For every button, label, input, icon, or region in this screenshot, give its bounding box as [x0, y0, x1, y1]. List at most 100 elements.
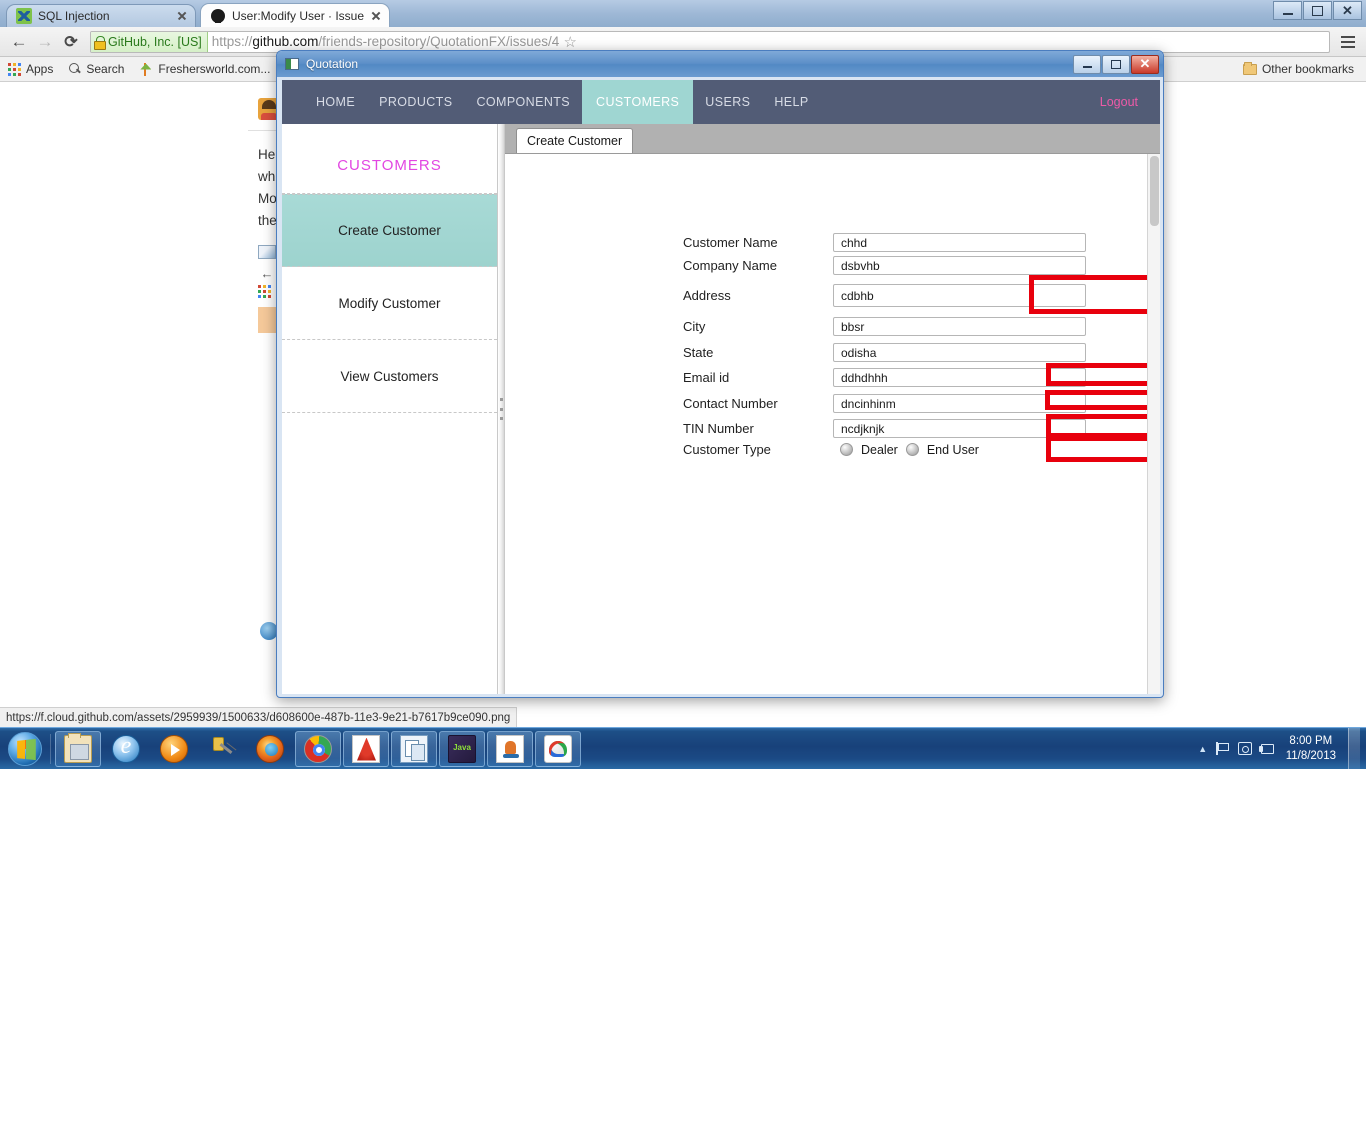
address-input[interactable]: cdbhb — [833, 284, 1086, 307]
field-label: Contact Number — [683, 396, 778, 411]
forward-arrow-icon[interactable]: → — [32, 29, 58, 55]
bookmark-apps[interactable]: Apps — [8, 62, 53, 76]
field-row-contact-number: Contact Number dncinhinm — [683, 394, 1086, 413]
apps-grid-icon — [8, 62, 21, 76]
taskbar-item-internet-explorer[interactable] — [103, 731, 149, 767]
radio-label-dealer: Dealer — [861, 442, 898, 457]
sidebar-item-view-customers[interactable]: View Customers — [282, 340, 497, 413]
sidebar-item-create-customer[interactable]: Create Customer — [282, 194, 497, 267]
field-label: TIN Number — [683, 421, 754, 436]
close-button[interactable]: ✕ — [1131, 54, 1159, 74]
browser-tab-strip: SQL Injection User:Modify User · Issue #… — [0, 0, 1366, 27]
minimize-button[interactable] — [1073, 54, 1101, 74]
nav-label: HELP — [774, 95, 809, 109]
close-icon[interactable] — [175, 9, 189, 23]
reload-icon[interactable]: ⟳ — [58, 29, 84, 55]
bookmark-search[interactable]: Search — [69, 62, 124, 76]
sidebar-item-modify-customer[interactable]: Modify Customer — [282, 267, 497, 340]
action-center-flag-icon[interactable] — [1212, 728, 1234, 769]
windows-explorer-icon — [64, 732, 92, 763]
network-icon[interactable] — [1256, 728, 1278, 769]
radio-dealer[interactable] — [840, 443, 853, 456]
minimize-button[interactable] — [1273, 1, 1302, 20]
taskbar-item-java[interactable] — [487, 730, 533, 767]
close-button[interactable]: ✕ — [1333, 1, 1362, 20]
customer-name-input[interactable]: chhd — [833, 233, 1086, 252]
url-scheme: https:// — [211, 34, 253, 49]
customers-sidebar: CUSTOMERS Create Customer Modify Custome… — [282, 124, 497, 694]
close-icon: ✕ — [1342, 3, 1353, 18]
content-scrollbar-vertical[interactable] — [1147, 154, 1160, 694]
tab-label: Create Customer — [527, 134, 623, 148]
logout-label: Logout — [1099, 95, 1138, 109]
logout-link[interactable]: Logout — [1100, 80, 1160, 124]
field-label: State — [683, 345, 714, 360]
field-row-customer-type: Customer Type Dealer End User — [683, 442, 979, 457]
taskbar-item-windows-explorer[interactable] — [55, 730, 101, 767]
taskbar-item-java-ee-ide[interactable] — [439, 730, 485, 767]
create-customer-form: Customer Name chhd Company Name dsbvhb A… — [505, 154, 1160, 694]
apps-grid-icon — [258, 285, 271, 298]
back-arrow-icon[interactable]: ← — [258, 265, 276, 281]
split-pane-divider[interactable] — [497, 124, 505, 694]
nav-item-home[interactable]: HOME — [304, 80, 367, 124]
windows-start-orb-icon — [8, 731, 42, 766]
close-icon[interactable] — [369, 9, 383, 23]
maximize-button[interactable] — [1303, 1, 1332, 20]
divider — [50, 733, 51, 764]
create-customer-form-area: Customer Name chhd Company Name dsbvhb A… — [505, 154, 1160, 694]
adobe-acrobat-icon — [352, 734, 380, 763]
status-url: https://f.cloud.github.com/assets/295993… — [6, 711, 511, 724]
taskbar-item-media-player[interactable] — [151, 731, 197, 767]
copy-tool-icon — [400, 734, 428, 763]
tab-create-customer[interactable]: Create Customer — [516, 128, 634, 153]
nav-item-products[interactable]: PRODUCTS — [367, 80, 464, 124]
application-icon — [285, 58, 299, 70]
taskbar-item-chrome[interactable] — [295, 730, 341, 767]
bookmark-freshersworld[interactable]: Freshersworld.com... — [140, 62, 270, 76]
contact-number-input[interactable]: dncinhinm — [833, 394, 1086, 413]
tab-strip-empty-area[interactable] — [392, 3, 1242, 27]
taskbar-item-firefox[interactable] — [247, 731, 293, 767]
clock-date: 11/8/2013 — [1285, 749, 1336, 762]
browser-tab-github-issue[interactable]: User:Modify User · Issue # — [200, 3, 390, 27]
image-thumbnail-icon[interactable] — [258, 245, 276, 259]
browser-tab-sql-injection[interactable]: SQL Injection — [6, 4, 196, 27]
taskbar-clock[interactable]: 8:00 PM 11/8/2013 — [1278, 728, 1346, 769]
city-input[interactable]: bbsr — [833, 317, 1086, 336]
scrollbar-thumb[interactable] — [1150, 156, 1159, 226]
nav-item-components[interactable]: COMPONENTS — [464, 80, 582, 124]
maximize-button[interactable] — [1102, 54, 1130, 74]
taskbar-item-tools[interactable] — [199, 731, 245, 767]
quotation-title-bar[interactable]: Quotation ✕ — [277, 51, 1163, 77]
tab-title: SQL Injection — [38, 9, 110, 23]
nav-item-users[interactable]: USERS — [693, 80, 762, 124]
field-row-state: State odisha — [683, 343, 1086, 362]
action-center-icon[interactable] — [1234, 728, 1256, 769]
state-input[interactable]: odisha — [833, 343, 1086, 362]
tin-number-input[interactable]: ncdjknjk — [833, 419, 1086, 438]
taskbar-item-acrobat[interactable] — [343, 730, 389, 767]
nav-item-customers[interactable]: CUSTOMERS — [582, 80, 694, 124]
start-button[interactable] — [3, 730, 47, 768]
nav-item-help[interactable]: HELP — [762, 80, 820, 124]
radio-end-user[interactable] — [905, 443, 919, 456]
taskbar-item-copy-tool[interactable] — [391, 730, 437, 767]
tab-title: User:Modify User · Issue # — [232, 8, 367, 23]
company-name-input[interactable]: dsbvhb — [833, 256, 1086, 275]
clock-time: 8:00 PM — [1289, 734, 1333, 747]
show-hidden-icons-icon[interactable]: ▲ — [1194, 728, 1212, 769]
chrome-menu-icon[interactable] — [1336, 29, 1360, 55]
windows-media-player-icon — [160, 734, 188, 763]
tools-icon — [208, 735, 236, 763]
ssl-identity-chip[interactable]: GitHub, Inc. [US] — [91, 31, 208, 52]
email-id-input[interactable]: ddhdhhh — [833, 368, 1086, 387]
back-arrow-icon[interactable]: ← — [6, 29, 32, 55]
bookmark-other-bookmarks[interactable]: Other bookmarks — [1242, 61, 1354, 76]
field-label: Customer Type — [683, 442, 771, 457]
folder-icon — [1242, 61, 1257, 75]
taskbar-item-paint[interactable] — [535, 730, 581, 767]
show-desktop-button[interactable] — [1348, 728, 1360, 769]
app-navigation-bar: HOME PRODUCTS COMPONENTS CUSTOMERS USERS… — [282, 80, 1160, 124]
field-row-company-name: Company Name dsbvhb — [683, 256, 1086, 275]
